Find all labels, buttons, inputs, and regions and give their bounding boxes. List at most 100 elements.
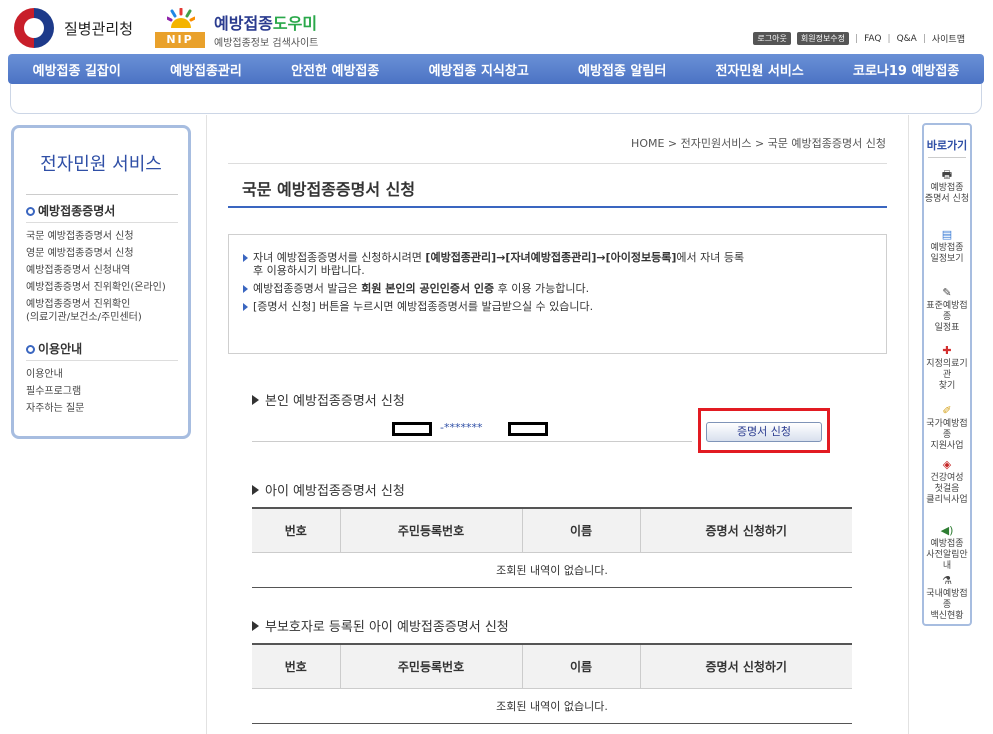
bullet-icon — [26, 345, 35, 354]
member-edit-button[interactable]: 회원정보수정 — [796, 32, 850, 45]
quick-menu: 바로가기 🖶 예방접종 증명서 신청 ▤ 예방접종 일정보기 ✎ 표준예방접종 … — [922, 123, 972, 626]
quick-item-label: 사전알림안내 — [926, 550, 968, 571]
utility-links: 로그아웃 회원정보수정 | FAQ | Q&A | 사이트맵 — [753, 32, 965, 45]
quick-item-label: 일정표 — [934, 323, 960, 333]
sidebar-section-usage[interactable]: 이용안내 — [26, 340, 82, 357]
triangle-bullet-icon — [252, 621, 259, 631]
quick-item-find-clinic[interactable]: ✚ 지정의료기관 찾기 — [924, 345, 970, 392]
quick-item-label: 예방접종 — [930, 243, 964, 253]
agency-name: 질병관리청 — [64, 19, 134, 38]
quick-item-certificate[interactable]: 🖶 예방접종 증명서 신청 — [924, 169, 970, 205]
printer-icon: 🖶 — [941, 168, 953, 181]
left-sidebar: 전자민원 서비스 예방접종증명서 국문 예방접종증명서 신청 영문 예방접종증명… — [11, 125, 191, 439]
box-icon: ◈ — [942, 458, 952, 471]
vial-icon: ⚗ — [942, 574, 952, 587]
nav-safe-vaccination[interactable]: 안전한 예방접종 — [291, 60, 379, 79]
redaction-box — [508, 422, 548, 436]
quick-item-standard-schedule[interactable]: ✎ 표준예방접종 일정표 — [924, 287, 970, 334]
column-header: 이름 — [521, 643, 640, 689]
nav-e-civil-service[interactable]: 전자민원 서비스 — [716, 60, 804, 79]
self-cert-heading: 본인 예방접종증명서 신청 — [252, 390, 405, 409]
site-name-suffix: 도우미 — [272, 14, 318, 33]
sidebar-section-label: 예방접종증명서 — [38, 204, 116, 218]
site-subtitle: 예방접종정보 검색사이트 — [214, 38, 319, 49]
apply-certificate-button[interactable]: 증명서 신청 — [706, 422, 822, 442]
self-info-row: -******* — [252, 416, 692, 442]
faq-link[interactable]: FAQ — [864, 34, 881, 44]
sidebar-item-faq[interactable]: 자주하는 질문 — [26, 402, 84, 415]
sidebar-item-english-cert[interactable]: 영문 예방접종증명서 신청 — [26, 247, 134, 260]
quick-item-women-clinic[interactable]: ◈ 건강여성 첫걸음 클리닉사업 — [924, 459, 970, 506]
column-header: 증명서 신청하기 — [639, 643, 852, 689]
quick-item-national-support[interactable]: ✐ 국가예방접종 지원사업 — [924, 405, 970, 452]
empty-message: 조회된 내역이 없습니다. — [252, 688, 852, 724]
quick-item-label: 지정의료기관 — [926, 359, 968, 380]
quick-item-label: 일정보기 — [930, 254, 964, 264]
notice-item: 예방접종증명서 발급은 회원 본인의 공인인증서 인증 후 이용 가능합니다. — [243, 282, 872, 295]
triangle-bullet-icon — [252, 485, 259, 495]
nip-logo[interactable]: NIP — [153, 4, 211, 48]
notice-text: 후 이용 가능합니다. — [494, 282, 590, 295]
quick-item-label: 증명서 신청 — [924, 194, 970, 204]
nav-guide[interactable]: 예방접종 길잡이 — [33, 60, 121, 79]
guardian-cert-table: 번호 주민등록번호 이름 증명서 신청하기 조회된 내역이 없습니다. — [252, 643, 852, 724]
redaction-box — [392, 422, 432, 436]
sidebar-item-required-programs[interactable]: 필수프로그램 — [26, 385, 81, 398]
quick-item-label: 찾기 — [938, 381, 956, 391]
sidebar-item-verify-offline[interactable]: 예방접종증명서 진위확인 — [26, 298, 130, 311]
triangle-bullet-icon — [252, 395, 259, 405]
notice-item: [증명서 신청] 버튼을 누르시면 예방접종증명서를 발급받으실 수 있습니다. — [243, 300, 872, 313]
quick-item-pre-notice[interactable]: ◀) 예방접종 사전알림안내 — [924, 525, 970, 572]
title-underline — [228, 206, 887, 208]
quick-item-label: 예방접종 — [930, 539, 964, 549]
divider — [26, 360, 178, 361]
notice-box: 자녀 예방접종증명서를 신청하시려면 [예방접종관리]→[자녀예방접종관리]→[… — [228, 234, 887, 354]
notice-text: 에서 자녀 등록 — [676, 251, 745, 264]
quick-item-label: 지원사업 — [930, 441, 964, 451]
divider: | — [922, 33, 926, 44]
empty-message: 조회된 내역이 없습니다. — [252, 552, 852, 588]
notice-text: 후 이용하시기 바랍니다. — [253, 264, 365, 277]
divider: | — [887, 33, 891, 44]
nav-notice[interactable]: 예방접종 알림터 — [578, 60, 666, 79]
sidebar-item-usage-guide[interactable]: 이용안내 — [26, 368, 63, 381]
quick-item-schedule[interactable]: ▤ 예방접종 일정보기 — [924, 229, 970, 265]
qna-link[interactable]: Q&A — [897, 34, 917, 44]
guardian-cert-heading: 부보호자로 등록된 아이 예방접종증명서 신청 — [252, 616, 509, 635]
page-title: 국문 예방접종증명서 신청 — [242, 180, 416, 199]
sidebar-item-cert-history[interactable]: 예방접종증명서 신청내역 — [26, 264, 130, 277]
sun-icon — [167, 8, 195, 28]
logout-button[interactable]: 로그아웃 — [753, 32, 791, 45]
sidebar-item-verify-online[interactable]: 예방접종증명서 진위확인(온라인) — [26, 281, 166, 294]
column-header: 번호 — [252, 643, 340, 689]
agency-logo[interactable]: 질병관리청 — [14, 8, 154, 48]
quick-item-vaccine-status[interactable]: ⚗ 국내예방접종 백신현황 — [924, 575, 970, 622]
section-title-text: 아이 예방접종증명서 신청 — [265, 484, 405, 499]
nav-management[interactable]: 예방접종관리 — [170, 60, 242, 79]
column-header: 주민등록번호 — [339, 507, 522, 553]
speaker-icon: ◀) — [940, 524, 954, 537]
column-header: 이름 — [521, 507, 640, 553]
sidebar-section-certificate[interactable]: 예방접종증명서 — [26, 202, 115, 219]
highlight-box: 증명서 신청 — [698, 408, 830, 453]
quick-item-label: 클리닉사업 — [926, 495, 968, 505]
notice-text: 자녀 예방접종증명서를 신청하시려면 — [253, 251, 426, 264]
sub-nav-bar — [10, 84, 982, 114]
sidebar-section-label: 이용안내 — [38, 342, 83, 356]
nav-covid19[interactable]: 코로나19 예방접종 — [853, 60, 959, 79]
nav-knowledge[interactable]: 예방접종 지식창고 — [429, 60, 529, 79]
table-row: 조회된 내역이 없습니다. — [252, 688, 852, 724]
quick-item-label: 예방접종 — [930, 183, 964, 193]
sidebar-item-verify-offline-sub[interactable]: (의료기관/보건소/주민센터) — [26, 311, 142, 324]
quick-item-label: 백신현황 — [930, 611, 964, 621]
notice-text: 예방접종증명서 발급은 — [253, 282, 362, 295]
table-row: 조회된 내역이 없습니다. — [252, 552, 852, 588]
sidebar-item-korean-cert[interactable]: 국문 예방접종증명서 신청 — [26, 230, 134, 243]
site-name-prefix: 예방접종 — [214, 14, 273, 33]
masked-resident-number: -******* — [440, 421, 483, 434]
site-name[interactable]: 예방접종도우미 — [214, 10, 317, 34]
sitemap-link[interactable]: 사이트맵 — [932, 32, 965, 45]
divider — [26, 194, 178, 195]
child-cert-table: 번호 주민등록번호 이름 증명서 신청하기 조회된 내역이 없습니다. — [252, 507, 852, 588]
taegeuk-icon — [14, 8, 54, 48]
